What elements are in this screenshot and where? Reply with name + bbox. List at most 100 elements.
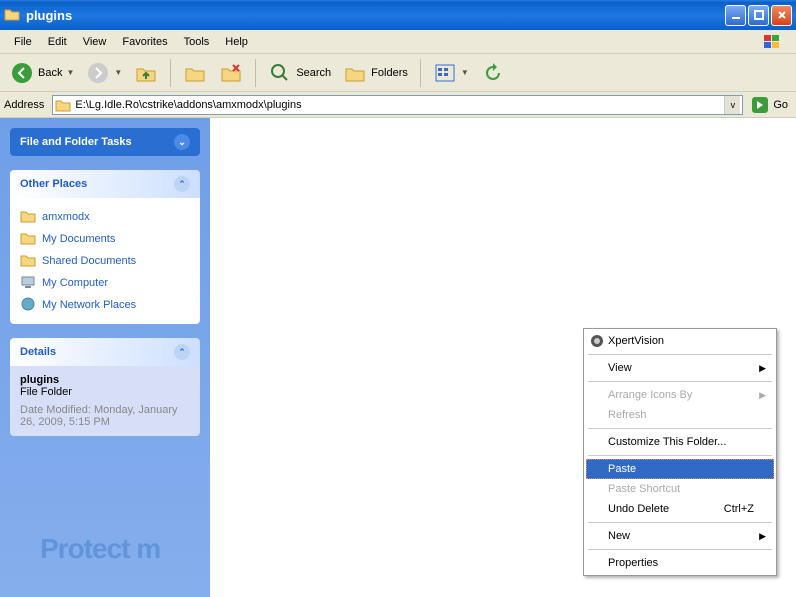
forward-button[interactable]: ▼ bbox=[82, 59, 126, 87]
separator bbox=[255, 59, 256, 87]
menu-file[interactable]: File bbox=[6, 33, 40, 51]
chevron-up-icon: ⌃ bbox=[174, 176, 190, 192]
ctx-customize[interactable]: Customize This Folder... bbox=[586, 432, 774, 452]
ctx-arrange[interactable]: Arrange Icons By▶ bbox=[586, 385, 774, 405]
panel-details: Details ⌃ plugins File Folder Date Modif… bbox=[10, 338, 200, 436]
folder-delete-button[interactable] bbox=[215, 59, 247, 87]
panel-tasks: File and Folder Tasks ⌄ bbox=[10, 128, 200, 156]
ctx-undo-shortcut: Ctrl+Z bbox=[724, 503, 754, 515]
maximize-button[interactable] bbox=[748, 5, 769, 26]
folder-new-button[interactable] bbox=[179, 59, 211, 87]
file-area[interactable]: XpertVision View▶ Arrange Icons By▶ Refr… bbox=[210, 118, 796, 597]
address-path: E:\Lg.Idle.Ro\cstrike\addons\amxmodx\plu… bbox=[75, 99, 720, 111]
chevron-down-icon: ▼ bbox=[114, 68, 122, 77]
forward-icon bbox=[86, 61, 110, 85]
views-button[interactable]: ▼ bbox=[429, 59, 473, 87]
ctx-undo[interactable]: Undo DeleteCtrl+Z bbox=[586, 499, 774, 519]
sidebar: File and Folder Tasks ⌄ Other Places ⌃ a… bbox=[0, 118, 210, 597]
ctx-refresh[interactable]: Refresh bbox=[586, 405, 774, 425]
computer-icon bbox=[20, 275, 36, 291]
folder-icon bbox=[55, 98, 71, 112]
search-button[interactable]: Search bbox=[264, 59, 335, 87]
documents-icon bbox=[20, 231, 36, 247]
separator bbox=[588, 522, 772, 523]
panel-other-body: amxmodx My Documents Shared Documents My… bbox=[10, 198, 200, 324]
minimize-button[interactable] bbox=[725, 5, 746, 26]
menu-help[interactable]: Help bbox=[217, 33, 256, 51]
folders-icon bbox=[343, 61, 367, 85]
ctx-properties[interactable]: Properties bbox=[586, 553, 774, 573]
folder-icon bbox=[20, 209, 36, 225]
menu-edit[interactable]: Edit bbox=[40, 33, 75, 51]
submenu-arrow-icon: ▶ bbox=[759, 531, 766, 542]
back-label: Back bbox=[38, 67, 62, 79]
ctx-view[interactable]: View▶ bbox=[586, 358, 774, 378]
address-input[interactable]: E:\Lg.Idle.Ro\cstrike\addons\amxmodx\plu… bbox=[52, 95, 743, 115]
submenu-arrow-icon: ▶ bbox=[759, 363, 766, 374]
folders-label: Folders bbox=[371, 67, 408, 79]
toolbar: Back ▼ ▼ Search Folders ▼ bbox=[0, 54, 796, 92]
other-place-shared[interactable]: Shared Documents bbox=[20, 250, 190, 272]
title-bar: plugins bbox=[0, 0, 796, 30]
panel-other-places: Other Places ⌃ amxmodx My Documents Shar… bbox=[10, 170, 200, 324]
views-icon bbox=[433, 61, 457, 85]
panel-details-body: plugins File Folder Date Modified: Monda… bbox=[10, 366, 200, 436]
address-label: Address bbox=[4, 99, 44, 111]
separator bbox=[588, 455, 772, 456]
ctx-new[interactable]: New▶ bbox=[586, 526, 774, 546]
menu-tools[interactable]: Tools bbox=[176, 33, 218, 51]
search-icon bbox=[268, 61, 292, 85]
xpertvision-icon bbox=[590, 334, 604, 348]
menu-favorites[interactable]: Favorites bbox=[114, 33, 175, 51]
go-button[interactable]: Go bbox=[747, 94, 792, 116]
panel-details-header[interactable]: Details ⌃ bbox=[10, 338, 200, 366]
chevron-down-icon[interactable]: v bbox=[724, 96, 740, 114]
shared-folder-icon bbox=[20, 253, 36, 269]
separator bbox=[588, 428, 772, 429]
chevron-down-icon: ▼ bbox=[461, 68, 469, 77]
details-name: plugins bbox=[20, 374, 190, 386]
back-button[interactable]: Back ▼ bbox=[6, 59, 78, 87]
panel-tasks-title: File and Folder Tasks bbox=[20, 136, 132, 148]
panel-other-header[interactable]: Other Places ⌃ bbox=[10, 170, 200, 198]
ctx-xpertvision[interactable]: XpertVision bbox=[586, 331, 774, 351]
up-button[interactable] bbox=[130, 59, 162, 87]
other-place-network[interactable]: My Network Places bbox=[20, 294, 190, 316]
submenu-arrow-icon: ▶ bbox=[759, 390, 766, 401]
up-folder-icon bbox=[134, 61, 158, 85]
windows-logo-icon bbox=[754, 30, 790, 54]
panel-other-title: Other Places bbox=[20, 178, 87, 190]
ctx-paste-shortcut[interactable]: Paste Shortcut bbox=[586, 479, 774, 499]
other-place-amxmodx[interactable]: amxmodx bbox=[20, 206, 190, 228]
other-place-computer[interactable]: My Computer bbox=[20, 272, 190, 294]
content-area: File and Folder Tasks ⌄ Other Places ⌃ a… bbox=[0, 118, 796, 597]
separator bbox=[170, 59, 171, 87]
context-menu: XpertVision View▶ Arrange Icons By▶ Refr… bbox=[583, 328, 777, 576]
address-bar: Address E:\Lg.Idle.Ro\cstrike\addons\amx… bbox=[0, 92, 796, 118]
other-place-documents[interactable]: My Documents bbox=[20, 228, 190, 250]
menu-view[interactable]: View bbox=[75, 33, 115, 51]
window-title: plugins bbox=[26, 8, 723, 23]
folders-button[interactable]: Folders bbox=[339, 59, 412, 87]
folder-star-icon bbox=[183, 61, 207, 85]
separator bbox=[420, 59, 421, 87]
chevron-down-icon: ⌄ bbox=[174, 134, 190, 150]
refresh-toolbar-button[interactable] bbox=[477, 59, 509, 87]
separator bbox=[588, 354, 772, 355]
close-button[interactable] bbox=[771, 5, 792, 26]
panel-tasks-header[interactable]: File and Folder Tasks ⌄ bbox=[10, 128, 200, 156]
search-label: Search bbox=[296, 67, 331, 79]
back-icon bbox=[10, 61, 34, 85]
folder-x-icon bbox=[219, 61, 243, 85]
details-modified: Date Modified: Monday, January 26, 2009,… bbox=[20, 404, 190, 428]
separator bbox=[588, 381, 772, 382]
separator bbox=[588, 549, 772, 550]
panel-details-title: Details bbox=[20, 346, 56, 358]
go-icon bbox=[751, 96, 769, 114]
folder-icon bbox=[4, 7, 20, 23]
network-icon bbox=[20, 297, 36, 313]
refresh-icon bbox=[481, 61, 505, 85]
go-label: Go bbox=[773, 99, 788, 111]
details-type: File Folder bbox=[20, 386, 190, 398]
ctx-paste[interactable]: Paste bbox=[586, 459, 774, 479]
